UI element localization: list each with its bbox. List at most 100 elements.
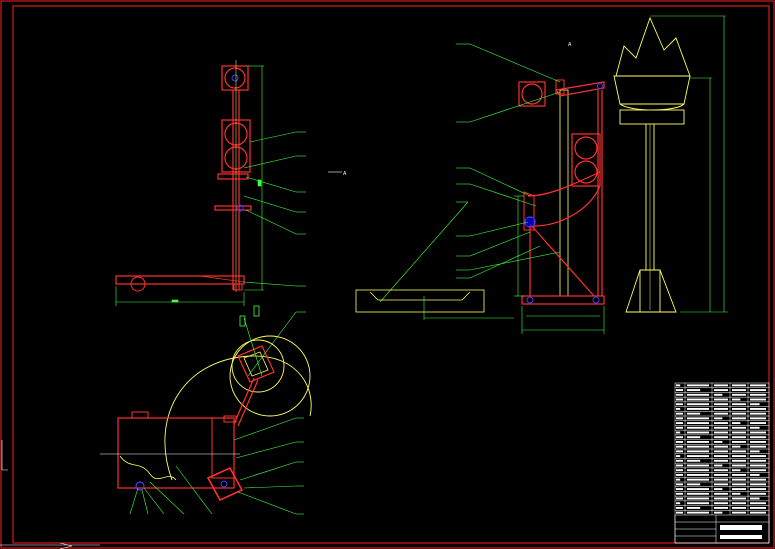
bottom-pivot	[220, 480, 228, 488]
front-top-pulley-housing[interactable]	[518, 81, 546, 107]
flame-bowl-curve	[619, 103, 685, 111]
parts-list-cell-text	[732, 455, 746, 458]
parts-list-cell-text	[714, 445, 728, 448]
front-top-pulley[interactable]	[521, 83, 543, 105]
parts-list-cell-text	[732, 412, 746, 415]
curved-arm[interactable]	[527, 171, 601, 227]
parts-list-cell-text	[687, 384, 709, 387]
top-view[interactable]	[100, 305, 312, 515]
parts-list-cell-text	[714, 426, 728, 429]
parts-list-cell-text	[750, 492, 766, 495]
drawing-frame	[0, 0, 775, 549]
parts-list-cell-text	[676, 506, 683, 509]
parts-list-cell-text	[714, 511, 723, 514]
parts-list-cell-text	[750, 488, 766, 491]
bottom-rotated-block[interactable]	[206, 466, 244, 502]
parts-list-cell-text	[750, 469, 766, 472]
parts-list-cell-text	[676, 422, 683, 425]
swing-link	[233, 377, 255, 425]
side-view[interactable]	[115, 60, 306, 306]
parts-list-cell-text	[750, 393, 766, 396]
parts-list-cell-text	[732, 440, 746, 443]
parts-list-cell-text	[676, 389, 683, 392]
parts-list-cell-text	[676, 459, 683, 462]
parts-list-cell-text	[732, 488, 746, 491]
parts-list-cell-text	[676, 473, 683, 476]
parts-list-cell-text	[676, 483, 683, 486]
parts-list-cell-text	[687, 403, 709, 406]
parts-list-cell-text	[732, 417, 746, 420]
parts-list-cell-text	[732, 403, 746, 406]
torch-dimensions	[650, 15, 728, 313]
parts-list-cell-text	[714, 497, 728, 500]
parts-list-cell-text	[676, 384, 681, 387]
parts-list-cell-text	[687, 407, 709, 410]
parts-list-cell-text	[714, 450, 728, 453]
front-pulley-lower[interactable]	[574, 160, 598, 184]
front-pulley-upper[interactable]	[574, 136, 598, 160]
view-mark-2: A	[568, 42, 572, 48]
parts-list-cell-text	[687, 412, 701, 415]
parts-list-cell-text	[732, 445, 741, 448]
parts-list-cell-text	[750, 436, 766, 439]
parts-list-cell-text	[750, 502, 766, 505]
diagonal-strut[interactable]	[529, 223, 595, 297]
parts-list-cell-text	[687, 422, 709, 425]
parts-list-cell-text	[732, 483, 746, 486]
parts-list-cell-text	[676, 403, 683, 406]
parts-list-cell-text	[750, 459, 766, 462]
parts-list-cell-text	[732, 459, 746, 462]
parts-list-cell-text	[687, 417, 709, 420]
cad-drawing-canvas[interactable]: A A	[0, 0, 775, 549]
title-block[interactable]	[674, 382, 770, 544]
torch-base	[625, 269, 677, 313]
torch[interactable]	[613, 15, 728, 313]
parts-list-cell-text	[714, 417, 723, 420]
parts-list-cell-text	[676, 417, 683, 420]
outer-border	[0, 0, 775, 549]
break-line	[119, 455, 177, 481]
front-base[interactable]	[521, 295, 605, 305]
parts-list-cell-text	[687, 445, 709, 448]
parts-list-cell-text	[732, 407, 746, 410]
parts-list-cell-text	[732, 464, 746, 467]
front-view-dimensions	[514, 195, 605, 334]
parts-list-cell-text	[714, 422, 728, 425]
parts-list-cell-text	[750, 398, 766, 401]
parts-list-cell-text	[687, 398, 709, 401]
parts-list-cell-text	[714, 407, 728, 410]
parts-list-cell-text	[714, 469, 728, 472]
top-pulley-housing[interactable]	[221, 65, 249, 91]
parts-list-cell-text	[687, 426, 709, 429]
parts-list-cell-text	[687, 389, 701, 392]
rotated-head[interactable]	[237, 345, 275, 383]
head-arm-tip-2	[253, 305, 260, 317]
parts-list-cell-text	[750, 412, 766, 415]
parts-list-cell-text	[750, 506, 766, 509]
parts-list-cell-text	[714, 384, 728, 387]
parts-list-cell-text	[750, 445, 766, 448]
parts-list-cell-text	[676, 455, 681, 458]
parts-list-cell-text	[687, 393, 709, 396]
parts-list-cell-text	[714, 488, 723, 491]
parts-list-cell-text	[714, 459, 728, 462]
tray[interactable]	[355, 289, 514, 320]
flame-outline	[615, 16, 691, 77]
parts-list-cell-text	[687, 497, 709, 500]
parts-list-cell-text	[732, 393, 746, 396]
top-pulley[interactable]	[224, 67, 246, 89]
parts-list-cell-text	[714, 398, 728, 401]
parts-list-cell-text	[714, 436, 728, 439]
parts-list-cell-text	[732, 506, 746, 509]
front-wheel-right	[592, 296, 600, 304]
parts-list-cell-text	[732, 469, 741, 472]
parts-list-cell-text	[732, 478, 746, 481]
parts-list-cell-text	[750, 426, 760, 429]
parts-list-cell-text	[676, 407, 681, 410]
parts-list-cell-text	[687, 483, 701, 486]
parts-list-cell-text	[750, 431, 766, 434]
parts-list-cell-text	[732, 436, 746, 439]
parts-list-rows	[675, 387, 769, 511]
parts-list-cell-text	[732, 398, 741, 401]
title-name-field	[720, 525, 762, 530]
